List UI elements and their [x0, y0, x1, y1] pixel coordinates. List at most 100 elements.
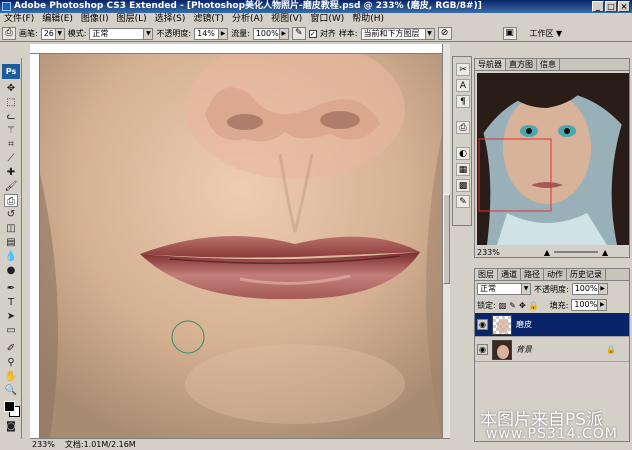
aligned-checkbox[interactable]: ✓ — [308, 29, 317, 38]
type-tool-icon[interactable]: T — [4, 296, 18, 309]
lock-pixels-icon[interactable]: ✎ — [509, 301, 516, 310]
lock-all-icon[interactable]: 🔒 — [529, 301, 539, 310]
dodge-tool-icon[interactable]: ● — [4, 264, 18, 277]
lock-row: 锁定: ▨ ✎ ✥ 🔒 填充: 100% ▶ — [475, 299, 629, 311]
canvas-vertical-scrollbar[interactable] — [442, 44, 450, 438]
title-bar: Adobe Photoshop CS3 Extended - [Photosho… — [0, 0, 632, 13]
window-controls: _ □ × — [592, 1, 630, 12]
color-icon[interactable]: ◐ — [456, 147, 470, 160]
tab-navigator[interactable]: 导航器 — [475, 59, 506, 70]
ignore-adjustment-layers-icon[interactable]: ⊘ — [437, 27, 452, 40]
chevron-right-icon: ▶ — [597, 284, 607, 294]
layer-opacity-label: 不透明度: — [534, 284, 569, 294]
zoom-in-icon[interactable]: ▲ — [602, 248, 608, 257]
menu-select[interactable]: 选择(S) — [151, 13, 190, 26]
history-brush-tool-icon[interactable]: ↺ — [4, 208, 18, 221]
path-selection-tool-icon[interactable]: ➤ — [4, 310, 18, 323]
notes-tool-icon[interactable]: ✐ — [4, 342, 18, 355]
menu-view[interactable]: 视图(V) — [267, 13, 306, 26]
clone-source-icon[interactable]: ⎙ — [456, 121, 470, 134]
menu-help[interactable]: 帮助(H) — [348, 13, 388, 26]
workspace-menu[interactable]: 工作区 ▼ — [530, 28, 563, 39]
menu-window[interactable]: 窗口(W) — [306, 13, 348, 26]
tab-histogram[interactable]: 直方图 — [506, 59, 537, 70]
tab-layers[interactable]: 图层 — [475, 269, 498, 280]
chevron-right-icon: ▶ — [597, 300, 607, 310]
ps-logo: Ps — [2, 64, 20, 79]
panel-dock: ✂ A ¶ ⎙ ◐ ▦ ▩ ✎ — [452, 56, 472, 226]
maximize-button[interactable]: □ — [605, 1, 617, 12]
zoom-slider[interactable] — [554, 251, 599, 253]
chevron-down-icon: ▼ — [424, 28, 434, 39]
foreground-color-swatch[interactable] — [4, 401, 15, 412]
character-icon[interactable]: A — [456, 79, 470, 92]
menu-image[interactable]: 图像(I) — [77, 13, 113, 26]
hand-tool-icon[interactable]: ✋ — [4, 370, 18, 383]
navigator-zoom-value[interactable]: 233% — [477, 248, 500, 257]
status-bar: 233% 文档:1.01M/2.16M — [30, 438, 450, 449]
eraser-tool-icon[interactable]: ◫ — [4, 222, 18, 235]
layer-opacity-value: 100% — [574, 284, 598, 293]
slice-tool-icon[interactable]: ⟋ — [4, 152, 18, 165]
eye-icon[interactable]: ◉ — [477, 319, 488, 330]
menu-edit[interactable]: 编辑(E) — [38, 13, 77, 26]
chevron-down-icon: ▼ — [54, 28, 64, 39]
move-tool-icon[interactable]: ✥ — [4, 82, 18, 95]
mode-select[interactable]: 正常 ▼ — [89, 27, 154, 40]
eye-icon[interactable]: ◉ — [477, 344, 488, 355]
tab-info[interactable]: 信息 — [537, 59, 560, 70]
crop-tool-icon[interactable]: ⌗ — [4, 138, 18, 151]
vertical-ruler — [30, 54, 40, 438]
tab-actions[interactable]: 动作 — [544, 269, 567, 280]
tool-presets-icon[interactable]: ✂ — [456, 63, 470, 76]
clone-stamp-tool-preset-icon[interactable]: ⎙ — [2, 27, 16, 40]
magic-wand-tool-icon[interactable]: ⚚ — [4, 124, 18, 137]
blend-mode-select[interactable]: 正常 ▼ — [477, 283, 531, 295]
photoshop-icon — [2, 2, 11, 11]
clone-stamp-tool-icon[interactable]: ⎙ — [4, 194, 18, 207]
paragraph-icon[interactable]: ¶ — [456, 95, 470, 108]
pen-tool-icon[interactable]: ✒ — [4, 282, 18, 295]
shape-tool-icon[interactable]: ▭ — [4, 324, 18, 337]
zoom-level[interactable]: 233% — [32, 440, 55, 449]
healing-brush-tool-icon[interactable]: ✚ — [4, 166, 18, 179]
minimize-button[interactable]: _ — [592, 1, 604, 12]
tab-channels[interactable]: 通道 — [498, 269, 521, 280]
airbrush-icon[interactable]: ✎ — [291, 27, 306, 40]
close-button[interactable]: × — [618, 1, 630, 12]
eyedropper-tool-icon[interactable]: ⚲ — [4, 356, 18, 369]
blur-tool-icon[interactable]: 💧 — [4, 250, 18, 263]
bridge-icon[interactable]: ▣ — [502, 27, 517, 40]
scrollbar-thumb[interactable] — [443, 194, 450, 284]
tab-history[interactable]: 历史记录 — [567, 269, 606, 280]
layers-tabs: 图层 通道 路径 动作 历史记录 — [475, 269, 629, 281]
brushes-icon[interactable]: ✎ — [456, 195, 470, 208]
sample-select[interactable]: 当前和下方图层 ▼ — [360, 27, 435, 40]
opacity-input[interactable]: 14% ▶ — [194, 27, 229, 40]
brush-picker[interactable]: 26 ▼ — [40, 27, 65, 40]
gradient-tool-icon[interactable]: ▤ — [4, 236, 18, 249]
lock-transparency-icon[interactable]: ▨ — [499, 301, 507, 310]
zoom-out-icon[interactable]: ▲ — [544, 248, 550, 257]
tab-paths[interactable]: 路径 — [521, 269, 544, 280]
styles-icon[interactable]: ▩ — [456, 179, 470, 192]
menu-layer[interactable]: 图层(L) — [113, 13, 151, 26]
flow-input[interactable]: 100% ▶ — [252, 27, 289, 40]
navigator-thumbnail[interactable] — [477, 73, 629, 245]
fill-input[interactable]: 100% ▶ — [571, 299, 608, 311]
brush-tool-icon[interactable]: 🖌 — [4, 180, 18, 193]
layer-row-mopi[interactable]: ◉ 磨皮 — [475, 313, 629, 337]
flow-value: 100% — [255, 28, 279, 38]
menu-file[interactable]: 文件(F) — [0, 13, 38, 26]
lock-position-icon[interactable]: ✥ — [519, 301, 526, 310]
layer-row-background[interactable]: ◉ 背景 🔒 — [475, 338, 629, 362]
zoom-tool-icon[interactable]: 🔍 — [4, 384, 18, 397]
menu-analysis[interactable]: 分析(A) — [228, 13, 267, 26]
lasso-tool-icon[interactable]: ᓚ — [4, 110, 18, 123]
quick-mask-icon[interactable]: ◙ — [4, 420, 18, 433]
image-canvas[interactable] — [40, 54, 442, 438]
marquee-tool-icon[interactable]: ⬚ — [4, 96, 18, 109]
swatches-icon[interactable]: ▦ — [456, 163, 470, 176]
menu-filter[interactable]: 滤镜(T) — [189, 13, 228, 26]
layer-opacity-input[interactable]: 100% ▶ — [571, 283, 608, 295]
